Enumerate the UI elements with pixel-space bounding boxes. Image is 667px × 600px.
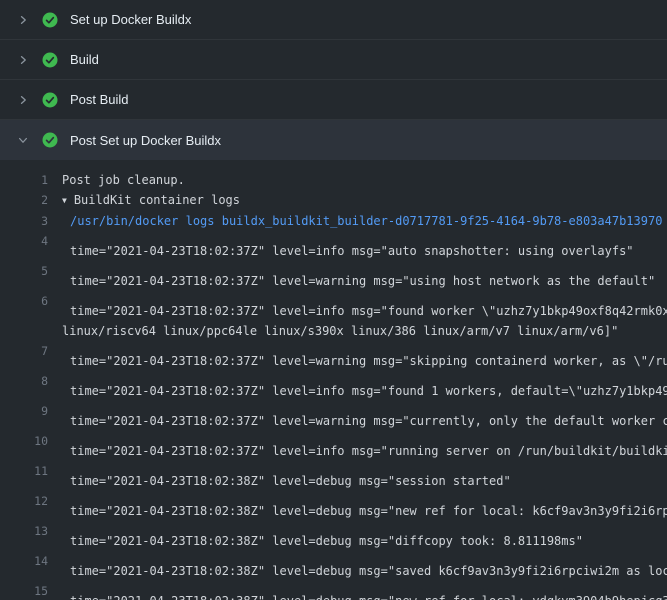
log-line: 15 time="2021-04-23T18:02:38Z" level=debu…: [0, 581, 667, 600]
log-line-number[interactable]: 5: [0, 261, 62, 291]
log-line: 8 time="2021-04-23T18:02:37Z" level=info …: [0, 371, 667, 401]
log-text: time="2021-04-23T18:02:37Z" level=info m…: [70, 231, 634, 261]
log-text: time="2021-04-23T18:02:38Z" level=debug …: [70, 491, 667, 521]
log-text: time="2021-04-23T18:02:37Z" level=info m…: [70, 431, 667, 461]
log-text: Post job cleanup.: [62, 170, 185, 190]
log-text: time="2021-04-23T18:02:37Z" level=warnin…: [70, 261, 655, 291]
success-check-icon: [42, 12, 58, 28]
step-row-post-build[interactable]: Post Build: [0, 80, 667, 120]
log-line-number[interactable]: 2: [0, 190, 62, 211]
step-row-build[interactable]: Build: [0, 40, 667, 80]
log-line-number[interactable]: 9: [0, 401, 62, 431]
step-label: Build: [70, 52, 99, 67]
log-line-number[interactable]: 7: [0, 341, 62, 371]
log-command-text: /usr/bin/docker logs buildx_buildkit_bui…: [70, 211, 662, 231]
log-line: 13 time="2021-04-23T18:02:38Z" level=debu…: [0, 521, 667, 551]
log-group-toggle[interactable]: ▼BuildKit container logs: [62, 190, 240, 211]
log-line: 12 time="2021-04-23T18:02:38Z" level=debu…: [0, 491, 667, 521]
log-text: time="2021-04-23T18:02:37Z" level=warnin…: [70, 401, 667, 431]
log-text: time="2021-04-23T18:02:38Z" level=debug …: [70, 581, 667, 600]
steps-list: Set up Docker Buildx Build Post Build Post …: [0, 0, 667, 160]
log-line: 5 time="2021-04-23T18:02:37Z" level=warni…: [0, 261, 667, 291]
log-line: 1Post job cleanup.: [0, 170, 667, 190]
log-line-number[interactable]: 8: [0, 371, 62, 401]
log-line: 7 time="2021-04-23T18:02:37Z" level=warni…: [0, 341, 667, 371]
log-text: time="2021-04-23T18:02:37Z" level=info m…: [70, 291, 667, 321]
success-check-icon: [42, 52, 58, 68]
chevron-right-icon[interactable]: [16, 93, 30, 107]
log-area: 1Post job cleanup.2▼BuildKit container l…: [0, 160, 667, 600]
log-line-number[interactable]: 1: [0, 170, 62, 190]
log-line: 9 time="2021-04-23T18:02:37Z" level=warni…: [0, 401, 667, 431]
log-text: time="2021-04-23T18:02:38Z" level=debug …: [70, 551, 667, 581]
log-line: linux/riscv64 linux/ppc64le linux/s390x …: [0, 321, 667, 341]
log-line: 14 time="2021-04-23T18:02:38Z" level=debu…: [0, 551, 667, 581]
log-line-number[interactable]: 12: [0, 491, 62, 521]
chevron-right-icon[interactable]: [16, 13, 30, 27]
log-text: time="2021-04-23T18:02:37Z" level=warnin…: [70, 341, 667, 371]
log-line-number[interactable]: 6: [0, 291, 62, 321]
log-line: 3/usr/bin/docker logs buildx_buildkit_bu…: [0, 211, 667, 231]
step-label: Set up Docker Buildx: [70, 12, 191, 27]
log-line: 4 time="2021-04-23T18:02:37Z" level=info …: [0, 231, 667, 261]
log-line: 6 time="2021-04-23T18:02:37Z" level=info …: [0, 291, 667, 321]
chevron-down-icon[interactable]: [16, 133, 30, 147]
step-row-post-set-up-docker-buildx[interactable]: Post Set up Docker Buildx: [0, 120, 667, 160]
step-row-set-up-docker-buildx[interactable]: Set up Docker Buildx: [0, 0, 667, 40]
group-expanded-caret-icon: ▼: [62, 191, 67, 211]
log-line-number: [0, 321, 62, 341]
chevron-right-icon[interactable]: [16, 53, 30, 67]
log-line-number[interactable]: 13: [0, 521, 62, 551]
success-check-icon: [42, 132, 58, 148]
log-text: linux/riscv64 linux/ppc64le linux/s390x …: [62, 321, 618, 341]
log-line: 10 time="2021-04-23T18:02:37Z" level=info…: [0, 431, 667, 461]
log-line-number[interactable]: 14: [0, 551, 62, 581]
log-line-number[interactable]: 10: [0, 431, 62, 461]
log-line: 11 time="2021-04-23T18:02:38Z" level=debu…: [0, 461, 667, 491]
log-line-number[interactable]: 11: [0, 461, 62, 491]
log-text: time="2021-04-23T18:02:37Z" level=info m…: [70, 371, 667, 401]
log-line-number[interactable]: 3: [0, 211, 62, 231]
log-line: 2▼BuildKit container logs: [0, 190, 667, 211]
success-check-icon: [42, 92, 58, 108]
log-text: time="2021-04-23T18:02:38Z" level=debug …: [70, 461, 511, 491]
log-line-number[interactable]: 15: [0, 581, 62, 600]
log-line-number[interactable]: 4: [0, 231, 62, 261]
step-label: Post Build: [70, 92, 129, 107]
log-text: time="2021-04-23T18:02:38Z" level=debug …: [70, 521, 583, 551]
step-label: Post Set up Docker Buildx: [70, 133, 221, 148]
